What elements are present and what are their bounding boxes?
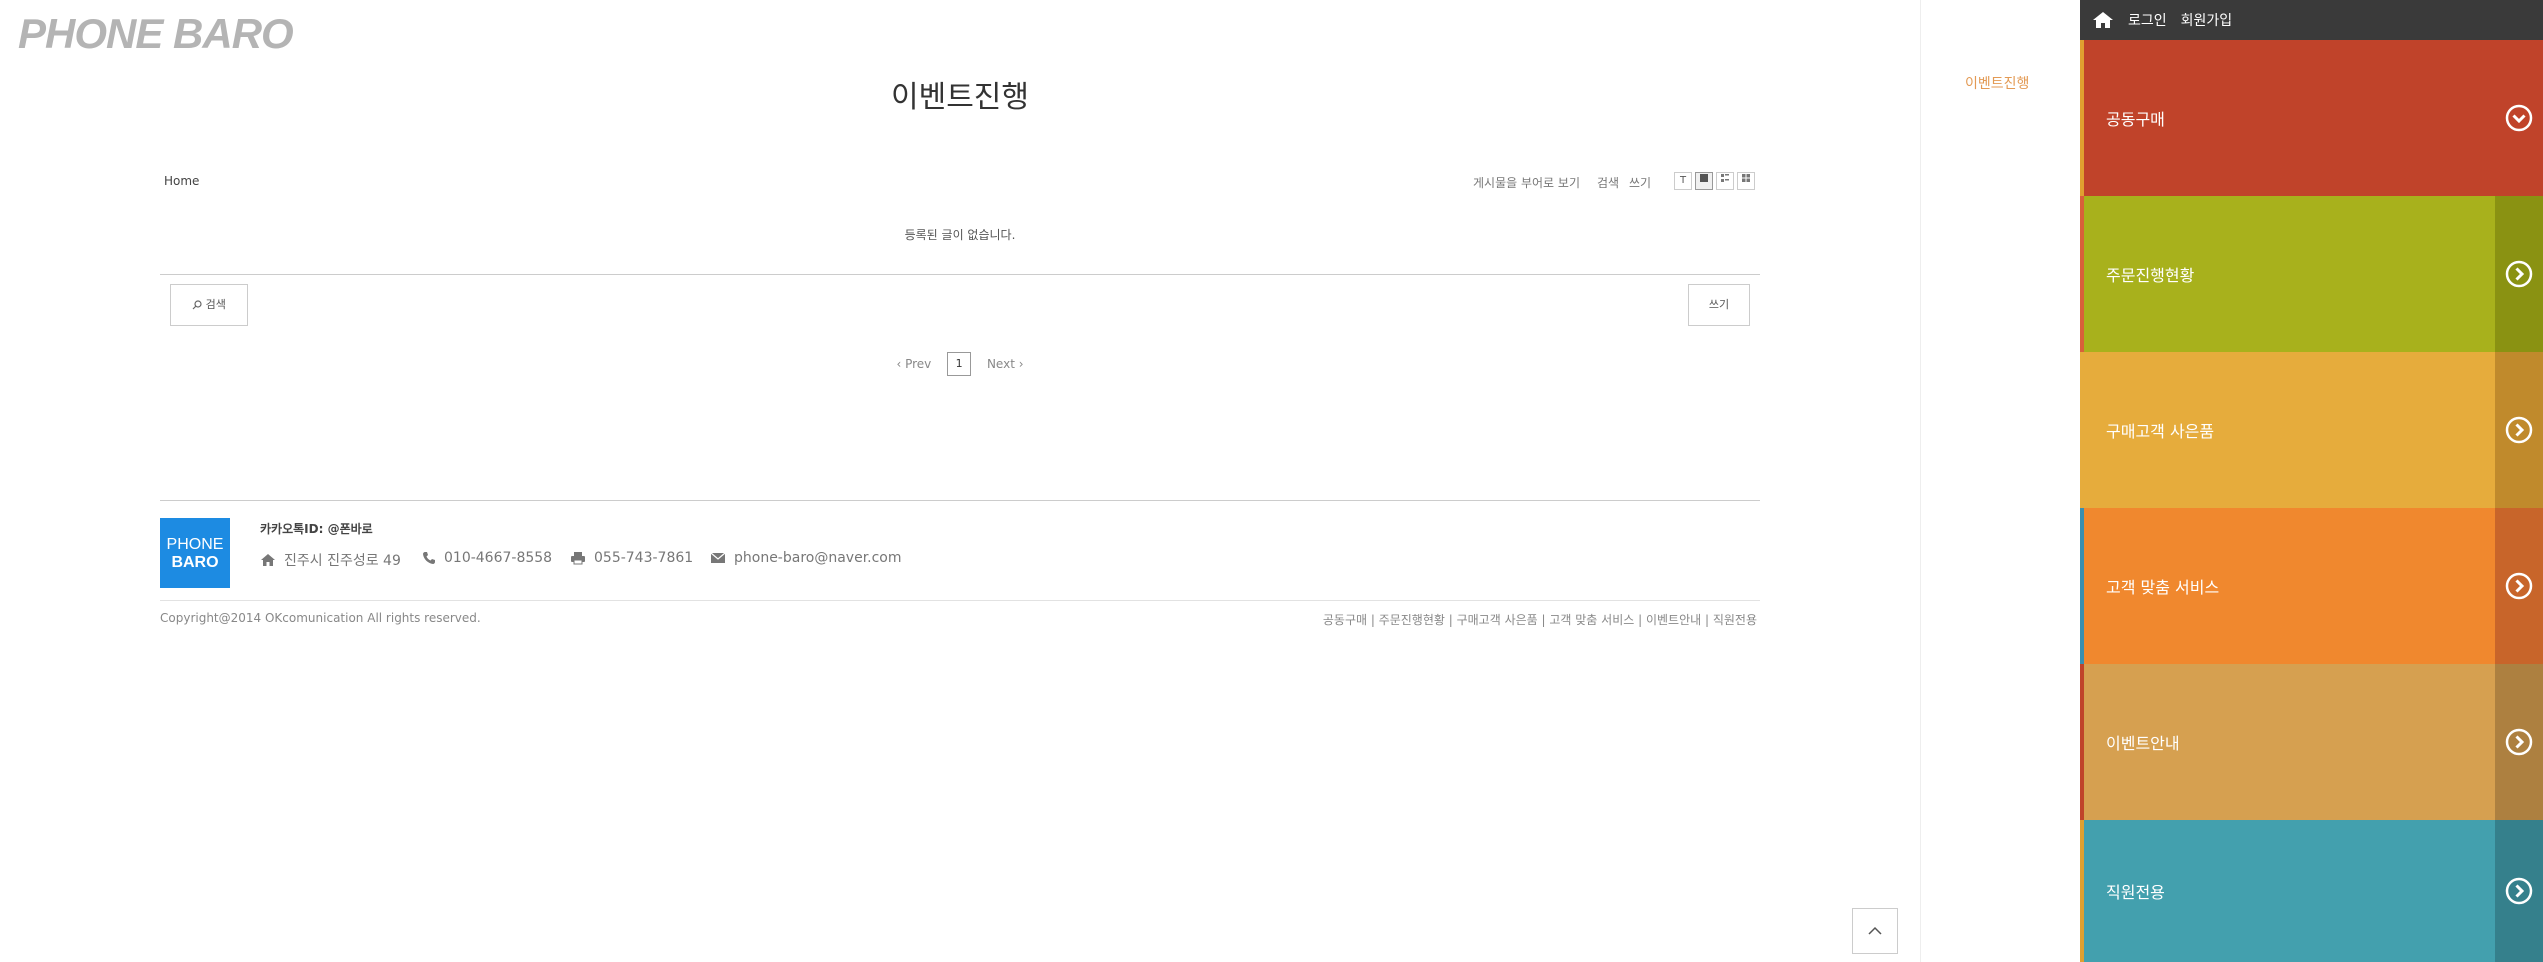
footer-bottom-divider xyxy=(160,600,1760,601)
footer-divider xyxy=(160,500,1760,501)
next-page-link[interactable]: Next › xyxy=(987,357,1024,371)
search-button-label: 검색 xyxy=(205,298,226,311)
view-webzine-icon[interactable] xyxy=(1716,172,1734,190)
menu-item[interactable]: 고객 맞춤 서비스 xyxy=(2080,508,2543,664)
write-button[interactable]: 쓰기 xyxy=(1688,284,1750,326)
menu-item[interactable]: 이벤트안내 xyxy=(2080,664,2543,820)
phone-text: 010-4667-8558 xyxy=(444,550,553,566)
chevron-right-circle-icon xyxy=(2505,877,2533,905)
menu-item-edge xyxy=(2080,352,2084,508)
phone-icon xyxy=(423,552,435,564)
menu-item-label: 주문진행현황 xyxy=(2106,266,2195,285)
empty-list-message: 등록된 글이 없습니다. xyxy=(904,228,1016,242)
side-category-label[interactable]: 이벤트진행 xyxy=(1965,73,2029,93)
chevron-right-circle-icon xyxy=(2505,572,2533,600)
address-text: 진주시 진주성로 49 xyxy=(284,553,401,569)
envelope-icon xyxy=(710,552,726,563)
menu-item-arrow-strip[interactable] xyxy=(2495,40,2543,196)
chevron-right-circle-icon xyxy=(2505,416,2533,444)
home-icon xyxy=(261,554,275,566)
chevron-up-icon xyxy=(1868,926,1882,935)
signup-link[interactable]: 회원가입 xyxy=(2181,10,2233,30)
content-divider xyxy=(1920,0,1921,962)
menu-item-label: 직원전용 xyxy=(2106,883,2165,902)
menu-item[interactable]: 주문진행현황 xyxy=(2080,196,2543,352)
menu-item-label: 공동구매 xyxy=(2106,110,2165,129)
search-link[interactable]: 검색 xyxy=(1597,174,1619,191)
login-link[interactable]: 로그인 xyxy=(2128,10,2167,30)
footer-logo: PHONE BARO xyxy=(160,518,230,588)
search-icon xyxy=(192,300,202,310)
chevron-right-circle-icon xyxy=(2505,728,2533,756)
view-mode-buttons: T xyxy=(1674,172,1758,190)
menu-item-arrow-strip[interactable] xyxy=(2495,508,2543,664)
pagination: ‹ Prev 1 Next › xyxy=(0,352,1920,376)
footer-links[interactable]: 공동구매 | 주문진행현황 | 구매고객 사은품 | 고객 맞춤 서비스 | 이… xyxy=(1323,611,1757,628)
email-info: phone-baro@naver.com xyxy=(710,550,902,566)
view-text-button[interactable]: T xyxy=(1674,172,1692,190)
site-logo[interactable]: PHONE BARO xyxy=(18,10,294,58)
email-text[interactable]: phone-baro@naver.com xyxy=(734,550,902,566)
menu-item[interactable]: 공동구매 xyxy=(2080,40,2543,196)
chevron-right-circle-icon xyxy=(2505,260,2533,288)
copyright: Copyright@2014 OKcomunication All rights… xyxy=(160,611,481,625)
footer-logo-line1: PHONE xyxy=(166,536,224,553)
menu-item-arrow-strip[interactable] xyxy=(2495,196,2543,352)
menu-item-label: 이벤트안내 xyxy=(2106,734,2180,753)
menu-item-edge xyxy=(2080,664,2084,820)
page-title: 이벤트진행 xyxy=(891,80,1029,115)
menu-item-edge xyxy=(2080,820,2084,962)
search-button[interactable]: 검색 xyxy=(170,284,248,326)
fax-info: 055-743-7861 xyxy=(570,550,693,566)
menu-item-label: 구매고객 사은품 xyxy=(2106,422,2215,441)
phone-info: 010-4667-8558 xyxy=(422,550,552,566)
menu-item-arrow-strip[interactable] xyxy=(2495,820,2543,962)
footer-logo-line2: BARO xyxy=(171,554,219,571)
menu-item-edge xyxy=(2080,196,2084,352)
home-icon[interactable] xyxy=(2092,11,2114,29)
printer-icon xyxy=(571,552,585,565)
prev-page-link[interactable]: ‹ Prev xyxy=(896,357,931,371)
menu-item-edge xyxy=(2080,40,2084,196)
write-link[interactable]: 쓰기 xyxy=(1629,174,1651,191)
view-all-link[interactable]: 게시물을 부어로 보기 xyxy=(1473,174,1580,191)
address-info: 진주시 진주성로 49 xyxy=(260,550,401,570)
right-panel-topbar: 로그인 회원가입 xyxy=(2080,0,2543,40)
fax-text: 055-743-7861 xyxy=(594,550,694,566)
menu-item-arrow-strip[interactable] xyxy=(2495,352,2543,508)
view-gallery-icon[interactable] xyxy=(1737,172,1755,190)
menu-item-arrow-strip[interactable] xyxy=(2495,664,2543,820)
view-list-icon[interactable] xyxy=(1695,172,1713,190)
page-number-current[interactable]: 1 xyxy=(947,352,972,376)
menu-item-edge xyxy=(2080,508,2084,664)
menu-item[interactable]: 구매고객 사은품 xyxy=(2080,352,2543,508)
menu-item-label: 고객 맞춤 서비스 xyxy=(2106,578,2220,597)
scroll-to-top-button[interactable] xyxy=(1852,908,1898,954)
divider xyxy=(160,274,1760,275)
menu-item[interactable]: 직원전용 xyxy=(2080,820,2543,962)
chevron-down-circle-icon xyxy=(2505,104,2533,132)
breadcrumb[interactable]: Home xyxy=(164,174,199,188)
kakao-id: 카카오톡ID: @폰바로 xyxy=(260,522,373,536)
